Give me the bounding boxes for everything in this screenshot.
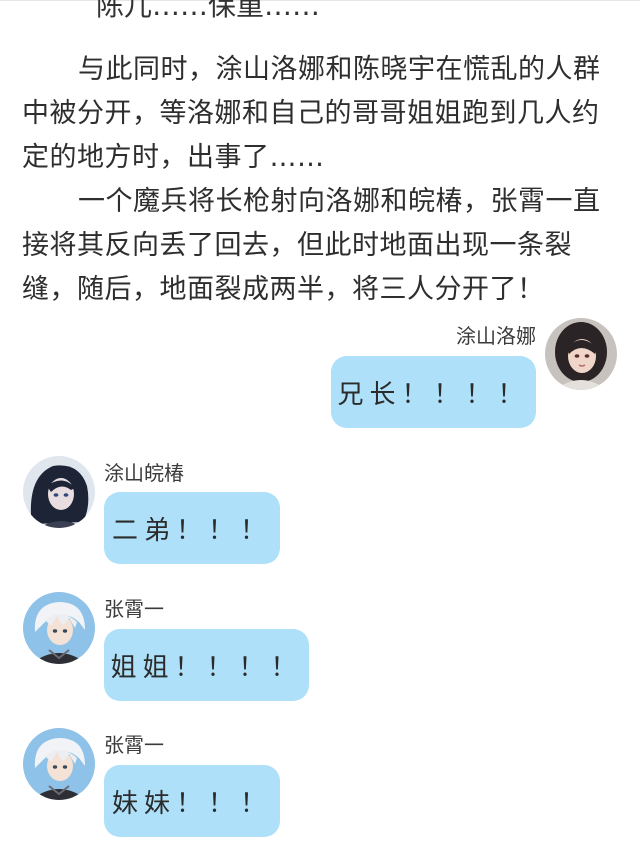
sender-name: 涂山皖椿 [104,461,184,485]
message-bubble[interactable]: 姐姐！！！！ [104,629,309,701]
white-hair-boy-icon[interactable] [23,592,95,664]
girl-portrait-icon[interactable] [545,318,617,390]
story-paragraph: 一个魔兵将长枪射向洛娜和皖椿，张霄一直接将其反向丢了回去，但此时地面出现一条裂缝… [22,186,601,305]
white-hair-boy-icon[interactable] [23,728,95,800]
sender-name: 涂山洛娜 [456,324,536,348]
story-cut-line: 陈儿……保重…… [96,0,321,22]
dark-hair-girl-icon[interactable] [23,456,95,528]
story-paragraph: 与此同时，涂山洛娜和陈晓宇在慌乱的人群中被分开，等洛娜和自己的哥哥姐姐跑到几人约… [22,54,601,173]
message-bubble[interactable]: 二弟！！！ [104,492,280,564]
message-bubble[interactable]: 妹妹！！！ [104,765,280,837]
message-bubble[interactable]: 兄长！！！！ [331,356,536,428]
sender-name: 张霄一 [104,733,164,757]
sender-name: 张霄一 [104,597,164,621]
